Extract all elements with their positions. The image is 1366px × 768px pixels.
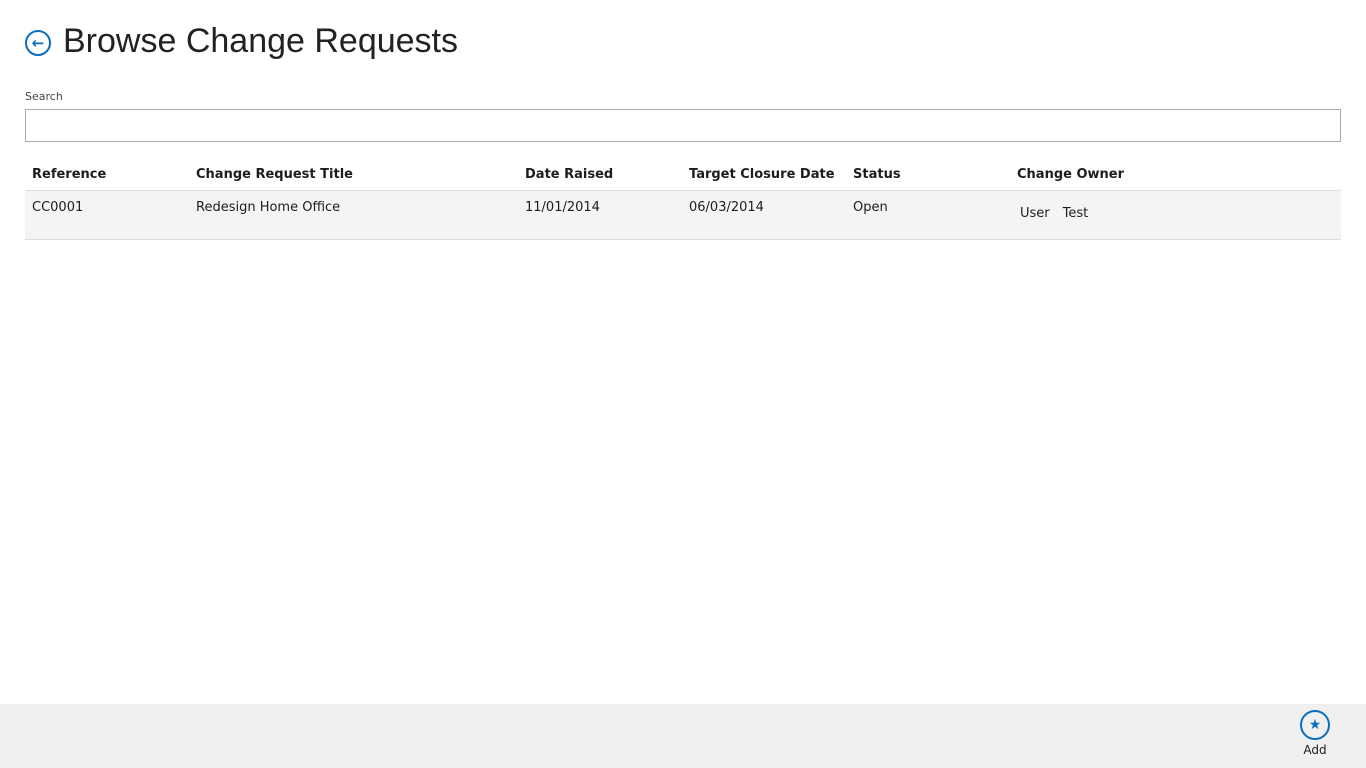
search-input[interactable] (25, 109, 1341, 142)
owner-first-name: User (1020, 206, 1050, 221)
add-label: Add (1303, 743, 1327, 757)
cell-status: Open (846, 190, 1010, 240)
cell-change-owner: User Test (1010, 190, 1341, 240)
add-button[interactable]: ★ Add (1300, 710, 1330, 757)
owner-last-name: Test (1062, 206, 1089, 221)
star-icon: ★ (1300, 710, 1330, 740)
cell-title: Redesign Home Office (189, 190, 518, 240)
column-header-title[interactable]: Change Request Title (189, 160, 518, 191)
table-row[interactable]: CC0001 Redesign Home Office 11/01/2014 0… (25, 190, 1341, 240)
column-header-status[interactable]: Status (846, 160, 1010, 191)
column-header-reference[interactable]: Reference (25, 160, 189, 191)
app-bar: ★ Add (0, 704, 1366, 768)
change-requests-table: Reference Change Request Title Date Rais… (25, 160, 1341, 240)
column-header-change-owner[interactable]: Change Owner (1010, 160, 1341, 191)
column-header-date-raised[interactable]: Date Raised (518, 160, 682, 191)
arrow-left-icon: ← (31, 33, 45, 52)
cell-date-raised: 11/01/2014 (518, 190, 682, 240)
back-button[interactable]: ← (25, 29, 51, 56)
page-header: ← Browse Change Requests (25, 22, 458, 61)
search-label: Search (25, 90, 63, 103)
cell-reference: CC0001 (25, 190, 189, 240)
cell-target-closure: 06/03/2014 (682, 190, 846, 240)
page-title: Browse Change Requests (63, 22, 459, 60)
column-header-target-closure[interactable]: Target Closure Date (682, 160, 846, 191)
